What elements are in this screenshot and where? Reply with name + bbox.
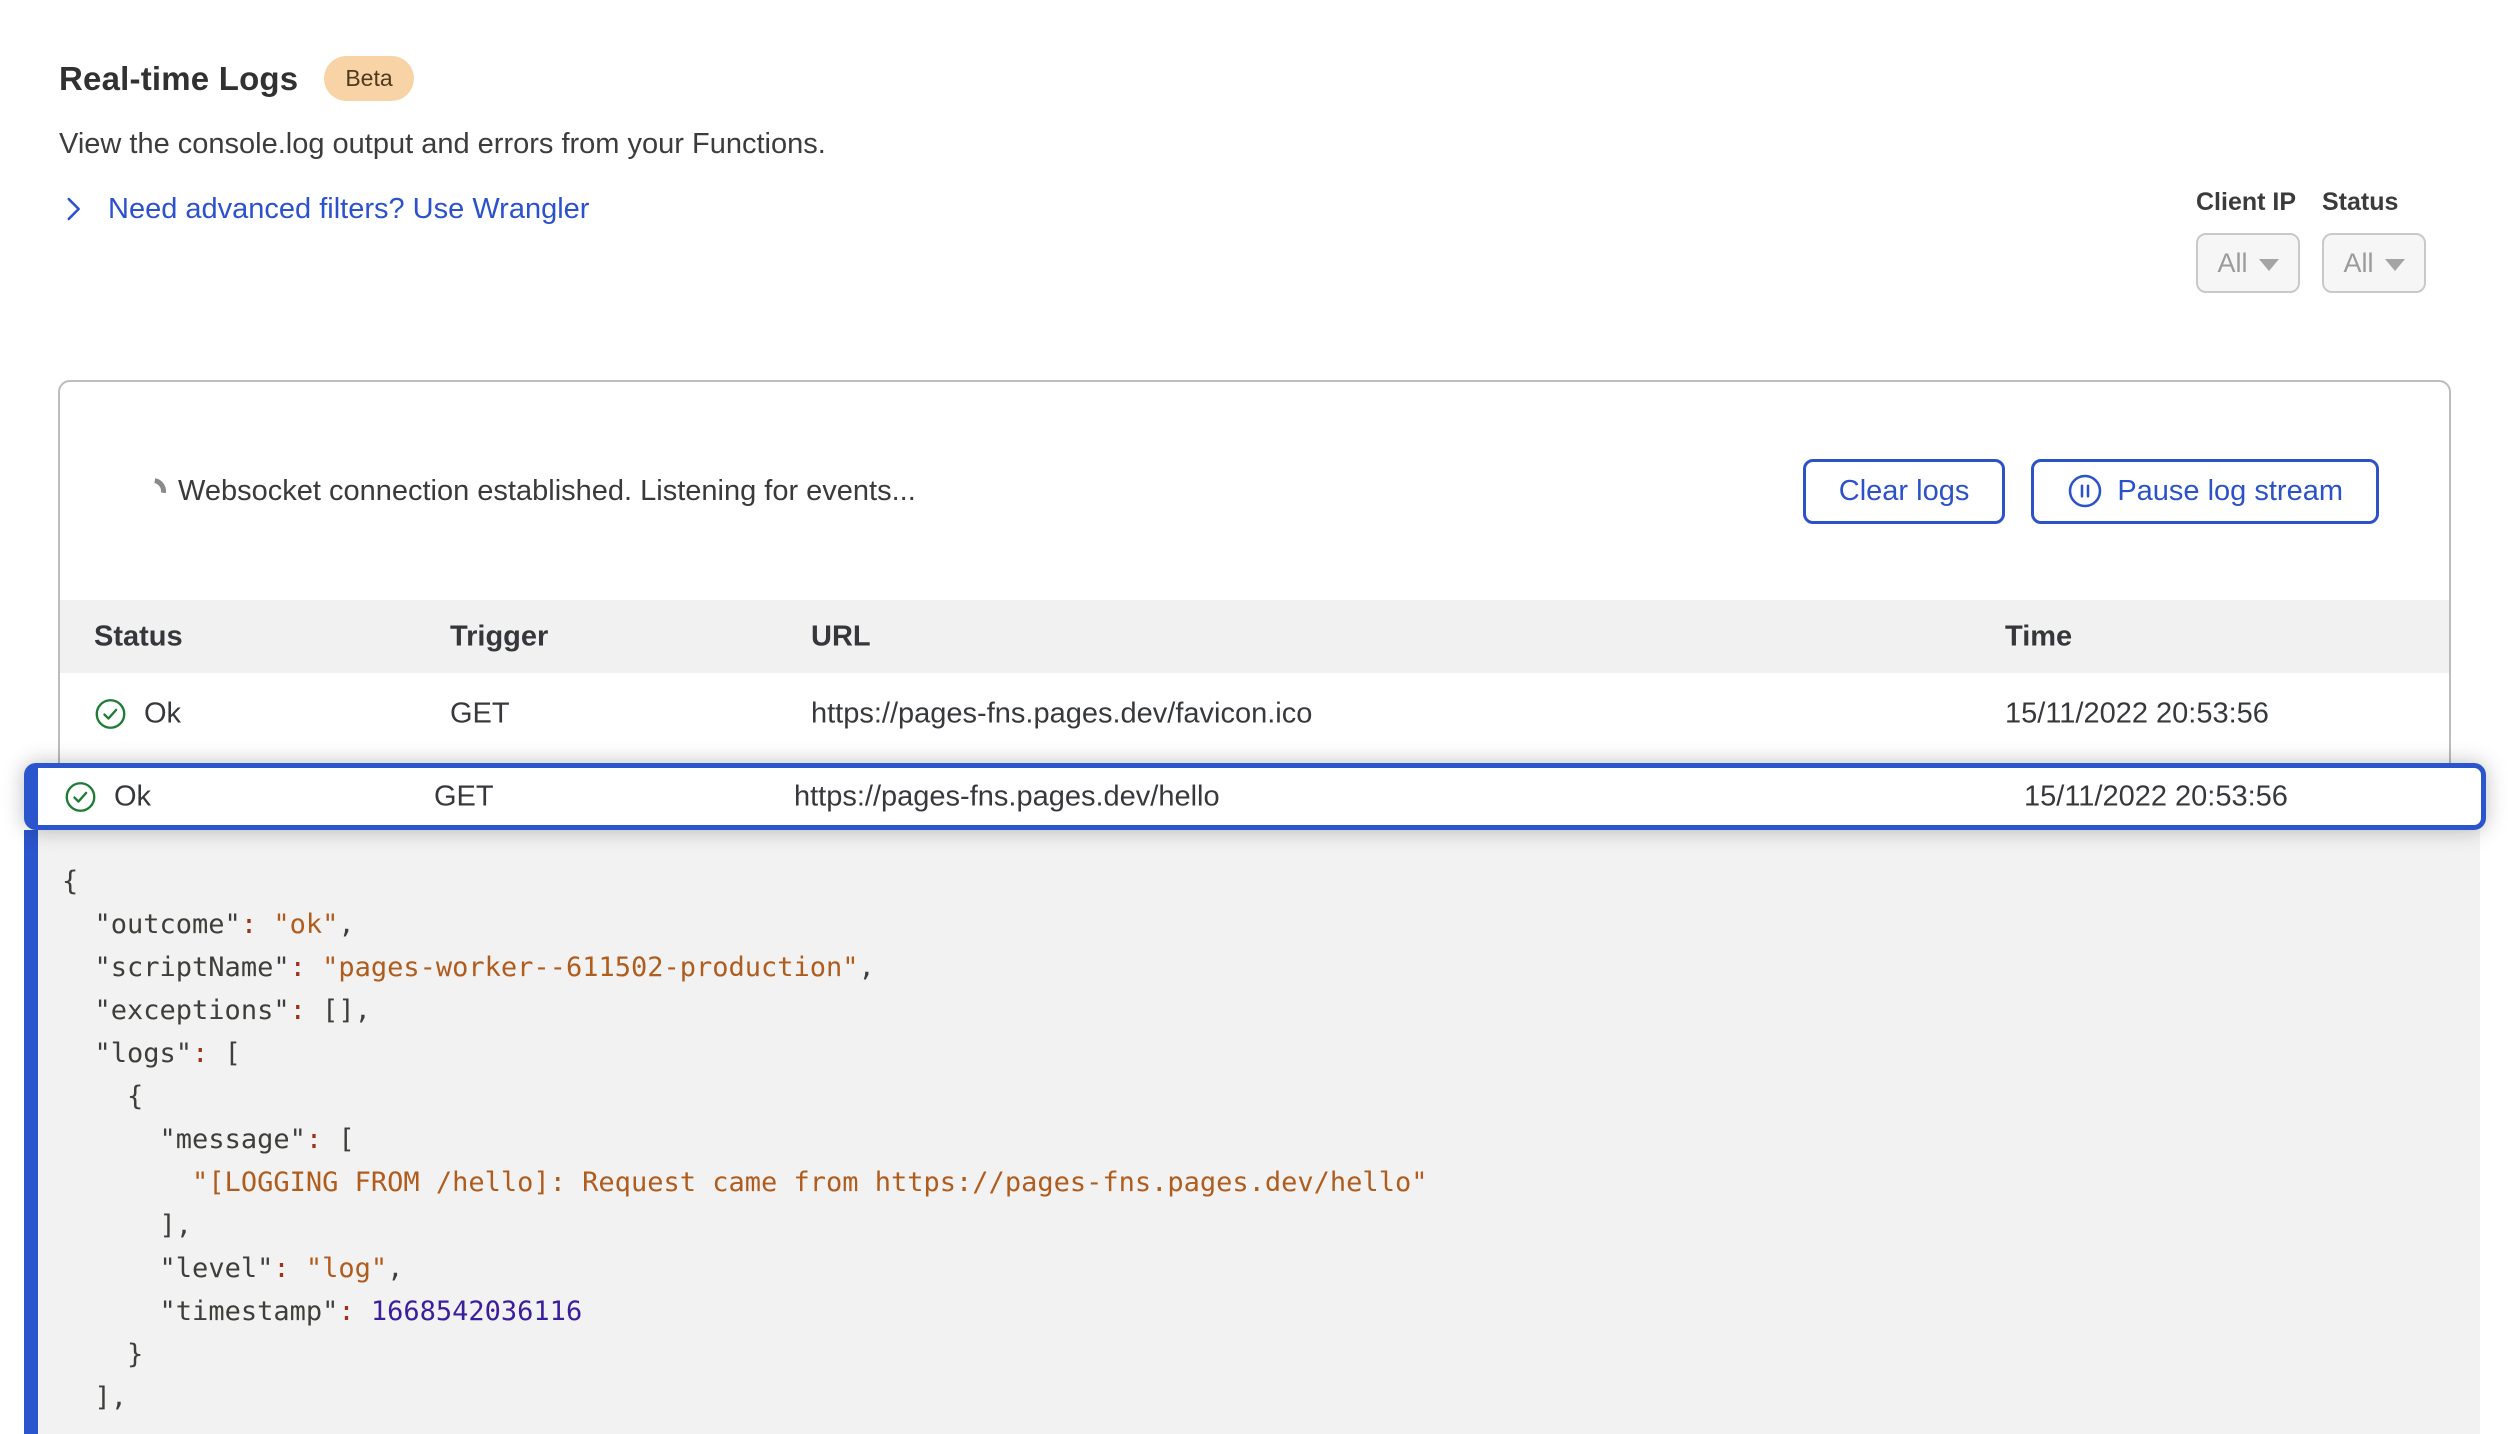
column-header-trigger: Trigger xyxy=(450,620,548,653)
status-label: Ok xyxy=(144,697,181,730)
chevron-right-icon xyxy=(56,192,90,226)
status-cell: Ok xyxy=(64,780,151,813)
status-filter-label: Status xyxy=(2322,188,2426,217)
time-cell: 15/11/2022 20:53:56 xyxy=(2024,780,2288,813)
status-label: Ok xyxy=(114,780,151,813)
time-cell: 15/11/2022 20:53:56 xyxy=(2005,697,2269,730)
client-ip-filter: Client IP All xyxy=(2196,188,2300,293)
page-header: Real-time Logs Beta xyxy=(59,56,414,101)
column-header-status: Status xyxy=(94,620,183,653)
table-row-selected[interactable]: Ok GET https://pages-fns.pages.dev/hello… xyxy=(24,763,2486,830)
caret-down-icon xyxy=(2259,259,2279,271)
wrangler-link[interactable]: Need advanced filters? Use Wrangler xyxy=(108,193,589,226)
url-cell: https://pages-fns.pages.dev/favicon.ico xyxy=(811,697,1312,730)
page-subtitle: View the console.log output and errors f… xyxy=(59,128,826,161)
table-row[interactable]: Ok GET https://pages-fns.pages.dev/favic… xyxy=(60,673,2449,754)
status-cell: Ok xyxy=(94,697,181,730)
stream-actions: Clear logs Pause log stream xyxy=(1803,459,2379,524)
stream-status-bar: Websocket connection established. Listen… xyxy=(60,382,2449,600)
status-filter: Status All xyxy=(2322,188,2426,293)
realtime-logs-page: Real-time Logs Beta View the console.log… xyxy=(0,0,2508,1434)
pause-circle-icon xyxy=(2067,473,2103,509)
pause-log-stream-button[interactable]: Pause log stream xyxy=(2031,459,2379,524)
status-filter-value: All xyxy=(2343,248,2373,279)
websocket-status-text: Websocket connection established. Listen… xyxy=(178,475,1803,508)
clear-logs-button[interactable]: Clear logs xyxy=(1803,459,2006,524)
status-filter-dropdown[interactable]: All xyxy=(2322,233,2426,293)
expanded-log-entry: Ok GET https://pages-fns.pages.dev/hello… xyxy=(24,763,2486,1434)
pause-log-stream-label: Pause log stream xyxy=(2117,475,2343,508)
log-detail-panel: { "outcome": "ok", "scriptName": "pages-… xyxy=(24,830,2480,1434)
trigger-cell: GET xyxy=(434,780,494,813)
json-code: { "outcome": "ok", "scriptName": "pages-… xyxy=(62,860,2480,1419)
beta-badge: Beta xyxy=(324,56,413,101)
caret-down-icon xyxy=(2385,259,2405,271)
client-ip-filter-label: Client IP xyxy=(2196,188,2300,217)
clear-logs-label: Clear logs xyxy=(1839,475,1970,508)
table-header: Status Trigger URL Time xyxy=(60,600,2449,673)
check-circle-icon xyxy=(94,697,127,730)
check-circle-icon xyxy=(64,780,97,813)
client-ip-filter-dropdown[interactable]: All xyxy=(2196,233,2300,293)
column-header-time: Time xyxy=(2005,620,2072,653)
logs-panel: Websocket connection established. Listen… xyxy=(58,380,2451,774)
page-title: Real-time Logs xyxy=(59,60,298,98)
column-header-url: URL xyxy=(811,620,871,653)
url-cell: https://pages-fns.pages.dev/hello xyxy=(794,780,1220,813)
advanced-filters-toggle[interactable]: Need advanced filters? Use Wrangler xyxy=(56,192,589,226)
client-ip-filter-value: All xyxy=(2217,248,2247,279)
log-filters: Client IP All Status All xyxy=(2196,188,2426,293)
spinner-icon xyxy=(135,473,171,509)
trigger-cell: GET xyxy=(450,697,510,730)
